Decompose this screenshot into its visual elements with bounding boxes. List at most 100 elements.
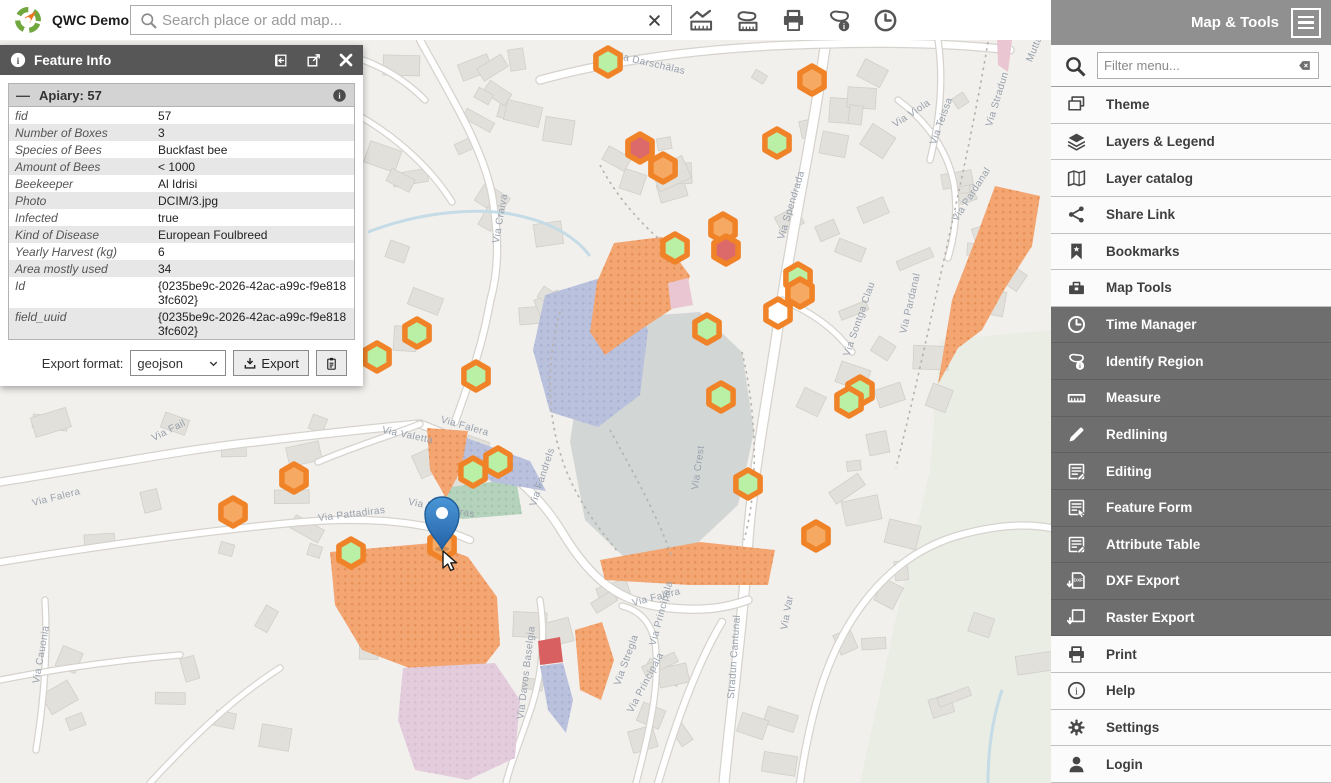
attribute-label: Infected — [9, 209, 152, 226]
attribute-value: 57 — [152, 107, 354, 124]
sidebar-item-label: Settings — [1106, 720, 1159, 735]
login-icon — [1066, 754, 1088, 775]
sidebar-item-layers-legend[interactable]: Layers & Legend — [1051, 124, 1331, 161]
apiary-marker-green[interactable] — [596, 48, 620, 76]
sidebar-item-label: Feature Form — [1106, 500, 1192, 515]
apiary-marker-green[interactable] — [709, 383, 733, 411]
sidebar-item-raster-export[interactable]: Raster Export — [1051, 600, 1331, 637]
identify-region-icon[interactable]: i — [824, 5, 854, 35]
sidebar-item-layer-catalog[interactable]: Layer catalog — [1051, 160, 1331, 197]
sidebar-item-settings[interactable]: Settings — [1051, 710, 1331, 747]
print-icon[interactable] — [778, 5, 808, 35]
sidebar-item-bookmarks[interactable]: Bookmarks — [1051, 234, 1331, 271]
sidebar-item-print[interactable]: Print — [1051, 636, 1331, 673]
attribute-value: 3 — [152, 124, 354, 141]
search-bar[interactable] — [130, 5, 672, 35]
filter-menu-input[interactable] — [1104, 58, 1293, 73]
time-manager-icon[interactable] — [870, 5, 900, 35]
attribute-row: Id{0235be9c-2026-42ac-a99c-f9e8183fc602} — [9, 277, 354, 308]
apiary-marker-green[interactable] — [663, 234, 687, 262]
feature-form-icon — [1066, 497, 1088, 518]
apiary-marker-green[interactable] — [837, 388, 861, 416]
apiary-marker-red[interactable] — [714, 236, 738, 264]
export-format-label: Export format: — [42, 356, 124, 371]
sidebar-item-theme[interactable]: Theme — [1051, 87, 1331, 124]
close-icon[interactable] — [338, 52, 354, 68]
clear-search-icon[interactable] — [638, 14, 671, 27]
svg-text:i: i — [1079, 364, 1081, 370]
feature-info-badge-icon[interactable]: i — [332, 88, 347, 103]
apiary-marker-orange[interactable] — [788, 279, 812, 307]
bookmark-icon — [1066, 241, 1088, 262]
attribute-label: field_uuid — [9, 308, 152, 339]
attribute-table: fid57Number of Boxes3Species of BeesBuck… — [9, 107, 354, 339]
clear-filter-icon[interactable] — [1297, 58, 1312, 73]
attribute-label: Area mostly used — [9, 260, 152, 277]
apiary-marker-green[interactable] — [765, 129, 789, 157]
apiary-marker-green[interactable] — [461, 458, 485, 486]
sidebar-item-help[interactable]: iHelp — [1051, 673, 1331, 710]
attribute-label: fid — [9, 107, 152, 124]
export-format-select[interactable]: geojson — [130, 350, 226, 376]
sidebar-title: Map & Tools — [1191, 14, 1279, 31]
apiary-marker-green[interactable] — [405, 319, 429, 347]
attribute-label: Kind of Disease — [9, 226, 152, 243]
attribute-value: Al Idrisi — [152, 175, 354, 192]
attribute-value: < 1000 — [152, 158, 354, 175]
sidebar-item-editing[interactable]: Editing — [1051, 453, 1331, 490]
apiary-marker-green[interactable] — [695, 315, 719, 343]
apiary-marker-orange[interactable] — [804, 522, 828, 550]
apiary-marker-green[interactable] — [464, 362, 488, 390]
collapse-icon[interactable]: — — [16, 90, 30, 100]
sidebar-item-identify-region[interactable]: iIdentify Region — [1051, 343, 1331, 380]
hamburger-menu-icon[interactable] — [1291, 8, 1321, 38]
sidebar-item-label: Redlining — [1106, 427, 1168, 442]
attribute-row: fid57 — [9, 107, 354, 124]
search-input[interactable] — [162, 12, 638, 29]
attribute-row: field_uuid{0235be9c-2026-42ac-a99c-f9e81… — [9, 308, 354, 339]
apiary-marker-orange[interactable] — [282, 464, 306, 492]
attribute-row: Number of Boxes3 — [9, 124, 354, 141]
apiary-marker-orange[interactable] — [221, 498, 245, 526]
apiary-marker-red[interactable] — [628, 134, 652, 162]
export-button[interactable]: Export — [233, 350, 309, 376]
sidebar-item-map-tools[interactable]: Map Tools — [1051, 270, 1331, 307]
apiary-marker-green[interactable] — [736, 470, 760, 498]
sidebar-item-share-link[interactable]: Share Link — [1051, 197, 1331, 234]
feature-section-header[interactable]: — Apiary: 57 i — [9, 84, 354, 107]
sidebar-item-label: Theme — [1106, 97, 1150, 112]
copy-to-clipboard-button[interactable] — [316, 350, 347, 376]
dock-icon[interactable] — [272, 52, 289, 69]
settings-icon — [1066, 717, 1088, 738]
app-window: MuttaVia DarschälasVia TeissaVia ViolaVi… — [0, 0, 1331, 783]
attribute-row: Area mostly used34 — [9, 260, 354, 277]
sidebar-item-measure[interactable]: Measure — [1051, 380, 1331, 417]
sidebar-item-dxf-export[interactable]: DXFDXF Export — [1051, 563, 1331, 600]
sidebar-item-login[interactable]: Login — [1051, 746, 1331, 783]
sidebar-item-attribute-table[interactable]: Attribute Table — [1051, 527, 1331, 564]
attribute-row: Kind of DiseaseEuropean Foulbreed — [9, 226, 354, 243]
attribute-value: DCIM/3.jpg — [152, 192, 354, 209]
sidebar-item-label: Attribute Table — [1106, 537, 1200, 552]
attribute-row: PhotoDCIM/3.jpg — [9, 192, 354, 209]
apiary-marker-green[interactable] — [339, 539, 363, 567]
sidebar-item-redlining[interactable]: Redlining — [1051, 417, 1331, 454]
sidebar: Map & Tools Theme Layers & LegendLayer ca… — [1051, 0, 1331, 783]
feature-info-body: — Apiary: 57 i fid57Number of Boxes3Spec… — [0, 75, 363, 386]
sidebar-item-time-manager[interactable]: Time Manager — [1051, 307, 1331, 344]
attribute-label: Species of Bees — [9, 141, 152, 158]
sidebar-item-feature-form[interactable]: Feature Form — [1051, 490, 1331, 527]
external-window-icon[interactable] — [305, 52, 322, 69]
sidebar-item-label: Map Tools — [1106, 280, 1172, 295]
measure-area-icon[interactable] — [732, 5, 762, 35]
measure-icon[interactable] — [686, 5, 716, 35]
apiary-marker-green[interactable] — [365, 343, 389, 371]
apiary-marker-orange[interactable] — [651, 154, 675, 182]
apiary-marker-green[interactable] — [486, 448, 510, 476]
apiary-marker-white[interactable] — [766, 299, 790, 327]
attribute-value: 34 — [152, 260, 354, 277]
attribute-row: Infectedtrue — [9, 209, 354, 226]
filter-menu-input-box[interactable] — [1097, 52, 1319, 79]
svg-text:DXF: DXF — [1074, 578, 1084, 584]
apiary-marker-orange[interactable] — [800, 66, 824, 94]
